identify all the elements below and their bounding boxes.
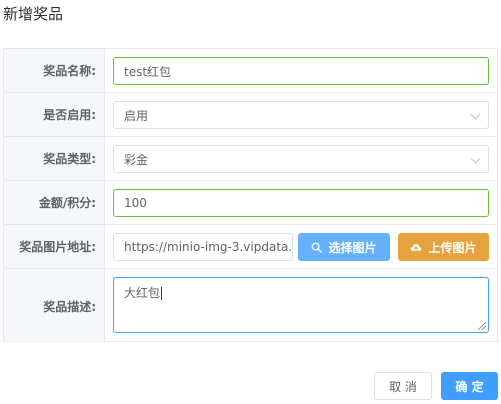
- description-label: 奖品描述:: [4, 269, 105, 343]
- amount-label: 金额/积分:: [4, 181, 105, 224]
- select-image-button[interactable]: 选择图片: [298, 233, 390, 261]
- enabled-select[interactable]: 启用: [113, 101, 489, 129]
- enabled-value: 启用: [124, 108, 149, 123]
- amount-value: 100: [124, 196, 147, 210]
- description-value: 大红包: [124, 286, 161, 300]
- prize-name-input[interactable]: test红包: [113, 57, 489, 85]
- image-url-input[interactable]: https://minio-img-3.vipdata.top: [113, 233, 293, 261]
- prize-type-value: 彩金: [124, 152, 149, 167]
- image-url-label: 奖品图片地址:: [4, 225, 105, 268]
- amount-input[interactable]: 100: [113, 189, 489, 217]
- prize-type-select[interactable]: 彩金: [113, 145, 489, 173]
- confirm-label: 确 定: [455, 379, 484, 394]
- prize-form: 奖品名称: test红包 是否启用: 启用 奖品类型: 彩金 金额/积分: 10…: [3, 48, 498, 343]
- dialog-title: 新增奖品: [3, 5, 64, 23]
- cancel-label: 取 消: [389, 379, 417, 394]
- description-textarea[interactable]: 大红包: [113, 277, 489, 333]
- prize-type-label: 奖品类型:: [4, 137, 105, 180]
- search-icon: [312, 242, 323, 253]
- form-row-amount: 金额/积分: 100: [4, 180, 497, 224]
- form-row-prize-name: 奖品名称: test红包: [4, 49, 497, 92]
- enabled-label: 是否启用:: [4, 93, 105, 136]
- prize-name-label: 奖品名称:: [4, 49, 105, 92]
- form-row-description: 奖品描述: 大红包: [4, 268, 497, 343]
- cancel-button[interactable]: 取 消: [374, 372, 432, 400]
- form-row-image-url: 奖品图片地址: https://minio-img-3.vipdata.top …: [4, 224, 497, 268]
- upload-image-button[interactable]: 上传图片: [398, 233, 489, 261]
- prize-name-value: test红包: [124, 64, 172, 79]
- chevron-down-icon: [470, 153, 481, 164]
- confirm-button[interactable]: 确 定: [441, 372, 498, 400]
- image-url-value: https://minio-img-3.vipdata.top: [124, 240, 293, 254]
- form-row-enabled: 是否启用: 启用: [4, 92, 497, 136]
- select-image-label: 选择图片: [328, 240, 377, 255]
- text-caret: [161, 287, 163, 300]
- cloud-upload-icon: [411, 243, 422, 251]
- form-row-prize-type: 奖品类型: 彩金: [4, 136, 497, 180]
- chevron-down-icon: [470, 109, 481, 120]
- resize-handle-icon[interactable]: [478, 322, 486, 330]
- upload-image-label: 上传图片: [428, 240, 477, 255]
